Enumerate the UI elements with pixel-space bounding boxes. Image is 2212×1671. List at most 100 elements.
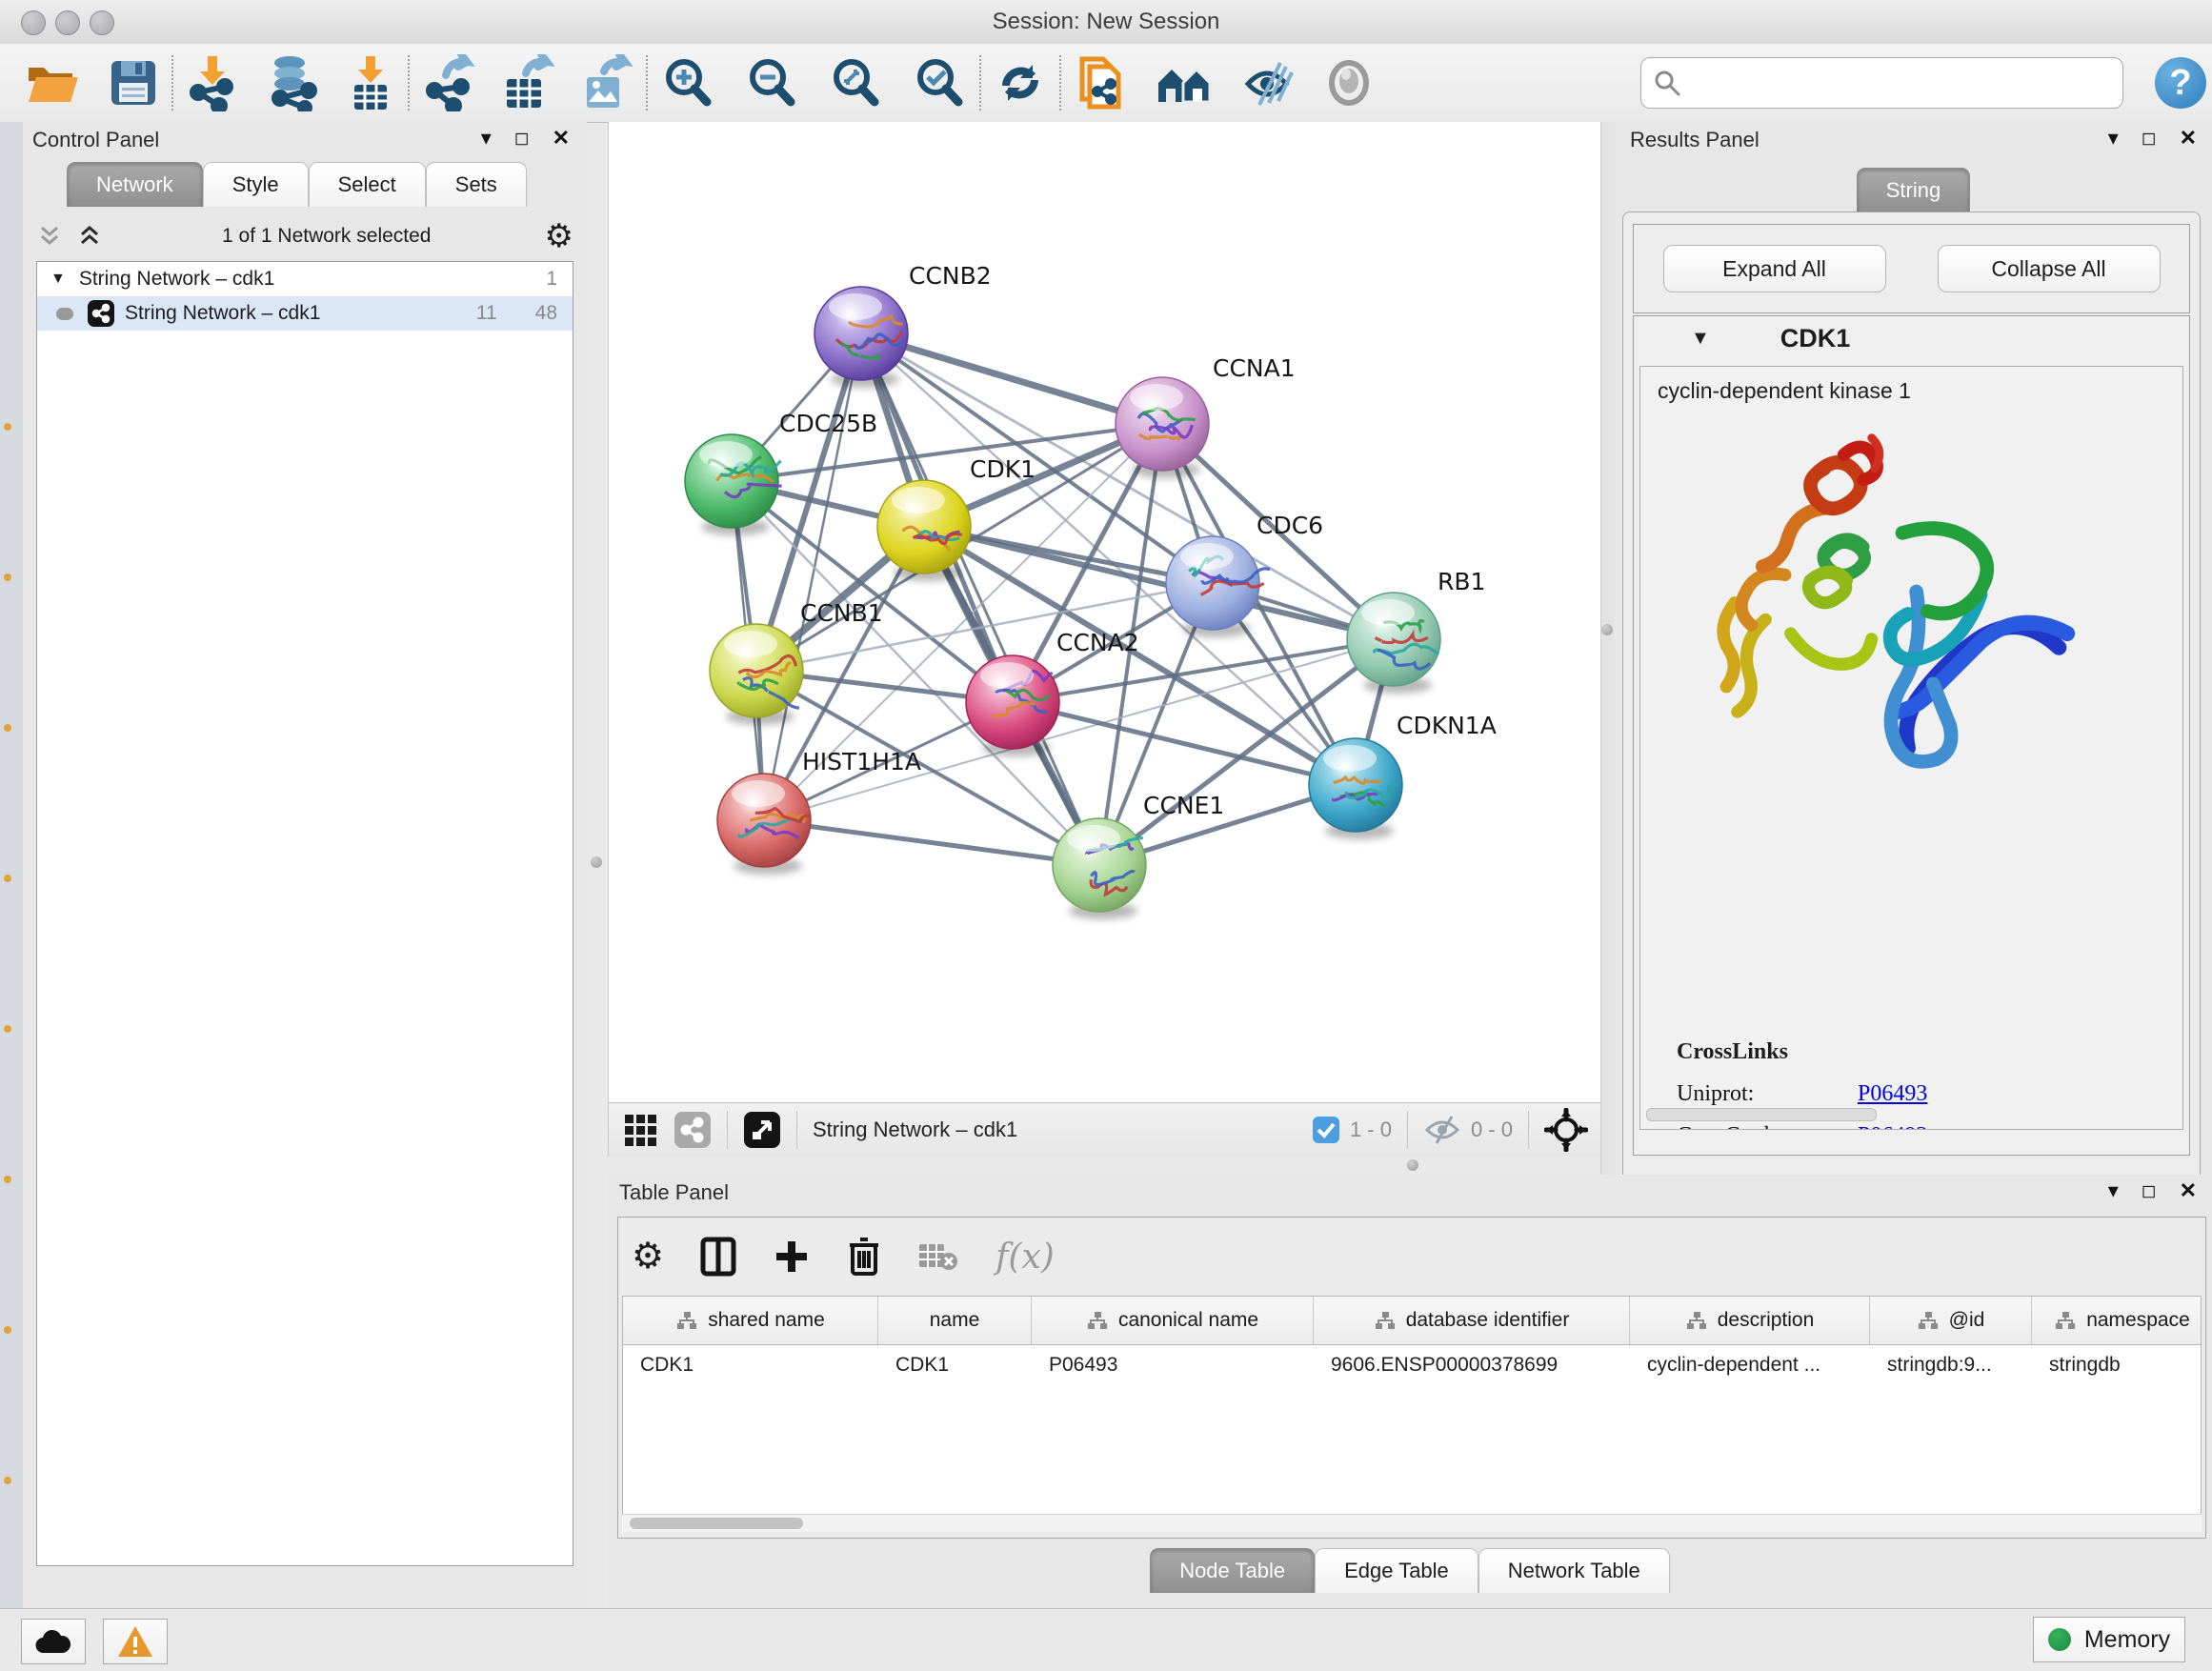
column-header-shared-name[interactable]: shared name — [623, 1297, 878, 1344]
tab-string[interactable]: String — [1857, 168, 1970, 212]
import-network-file-button[interactable] — [187, 53, 238, 112]
cell-namespace[interactable]: stringdb — [2032, 1354, 2202, 1377]
cloud-status-button[interactable] — [21, 1619, 86, 1664]
bottom-divider-handle[interactable] — [1407, 1159, 1418, 1171]
search-field[interactable] — [1681, 63, 2122, 103]
network-options-gear-icon[interactable]: ⚙ — [545, 220, 573, 252]
panel-close-icon[interactable]: ✕ — [2180, 126, 2197, 151]
tab-edge-table[interactable]: Edge Table — [1315, 1548, 1478, 1593]
panel-close-icon[interactable]: ✕ — [2180, 1178, 2197, 1203]
node-RB1[interactable]: RB1 — [1347, 568, 1485, 694]
crosslink-link[interactable]: P06493 — [1858, 1123, 1927, 1130]
tree-collapse-icon[interactable]: ▼ — [50, 271, 66, 288]
cell-database-identifier[interactable]: 9606.ENSP00000378699 — [1314, 1354, 1630, 1377]
right-divider-handle[interactable] — [1601, 624, 1613, 635]
table-settings-gear-icon[interactable]: ⚙ — [632, 1238, 664, 1275]
panel-float-icon[interactable]: ◻ — [514, 128, 530, 150]
tab-select[interactable]: Select — [309, 162, 426, 207]
birdseye-view-icon[interactable] — [743, 1111, 781, 1149]
zoom-selected-button[interactable] — [913, 53, 966, 112]
cell-shared-name[interactable]: CDK1 — [623, 1354, 878, 1377]
refresh-view-button[interactable] — [995, 53, 1046, 112]
node-label-CCNA2: CCNA2 — [1056, 629, 1139, 656]
panel-menu-icon[interactable]: ▾ — [2108, 126, 2119, 151]
export-network-button[interactable] — [423, 53, 476, 112]
left-divider-handle[interactable] — [591, 856, 602, 868]
open-session-button[interactable] — [25, 53, 80, 112]
table-hscrollbar[interactable] — [622, 1514, 2202, 1532]
gene-details: cyclin-dependent kinase 1 — [1639, 366, 2183, 1130]
tab-network[interactable]: Network — [67, 162, 203, 207]
show-all-panels-button[interactable] — [1155, 53, 1216, 112]
panel-close-icon[interactable]: ✕ — [553, 126, 570, 151]
node-CCNB1[interactable]: CCNB1 — [710, 599, 883, 725]
node-HIST1H1A[interactable]: HIST1H1A — [717, 748, 921, 875]
expand-all-icon[interactable] — [76, 224, 109, 249]
grid-mode-icon[interactable] — [622, 1112, 658, 1148]
edge-HIST1H1A-CCNE1[interactable] — [764, 820, 1099, 865]
tab-node-table[interactable]: Node Table — [1150, 1548, 1315, 1593]
network-view-mode-icon[interactable] — [674, 1111, 712, 1149]
panel-float-icon[interactable]: ◻ — [2142, 1180, 2157, 1202]
clone-network-button[interactable] — [1075, 53, 1128, 112]
panel-float-icon[interactable]: ◻ — [2142, 128, 2157, 150]
pan-crosshair-icon[interactable] — [1544, 1108, 1588, 1152]
export-table-button[interactable] — [501, 53, 554, 112]
delete-table-icon[interactable] — [917, 1240, 959, 1273]
table-row[interactable]: CDK1CDK1P064939606.ENSP00000378699cyclin… — [623, 1345, 2201, 1385]
save-session-button[interactable] — [109, 53, 158, 112]
cell-name[interactable]: CDK1 — [878, 1354, 1032, 1377]
memory-button[interactable]: Memory — [2033, 1617, 2185, 1662]
column-header--id[interactable]: @id — [1870, 1297, 2032, 1344]
expand-all-button[interactable]: Expand All — [1663, 245, 1886, 292]
show-columns-icon[interactable] — [700, 1237, 736, 1277]
column-header-canonical-name[interactable]: canonical name — [1032, 1297, 1314, 1344]
results-hscrollbar[interactable] — [1646, 1108, 1877, 1121]
zoom-fit-button[interactable] — [829, 53, 882, 112]
node-CDKN1A[interactable]: CDKN1A — [1309, 712, 1497, 839]
node-CCNE1[interactable]: CCNE1 — [1053, 792, 1224, 919]
delete-column-icon[interactable] — [847, 1236, 881, 1278]
edge-CCNB2-CCNE1[interactable] — [861, 333, 1099, 865]
column-header-namespace[interactable]: namespace — [2032, 1297, 2202, 1344]
warning-status-button[interactable] — [103, 1619, 168, 1664]
panel-menu-icon[interactable]: ▾ — [481, 126, 492, 151]
network-tree-row[interactable]: ▼String Network – cdk11 — [37, 262, 573, 296]
function-builder-icon[interactable]: f(x) — [995, 1238, 1055, 1277]
help-button[interactable]: ? — [2155, 57, 2206, 109]
crosslink-link[interactable]: P06493 — [1858, 1081, 1927, 1107]
node-CCNA1[interactable]: CCNA1 — [1116, 354, 1296, 478]
import-table-button[interactable] — [347, 53, 394, 112]
collapse-arrow-icon[interactable]: ▼ — [1691, 328, 1710, 350]
cell-canonical-name[interactable]: P06493 — [1032, 1354, 1314, 1377]
tab-sets[interactable]: Sets — [426, 162, 527, 207]
node-CCNB2[interactable]: CCNB2 — [814, 262, 992, 388]
search-input[interactable] — [1640, 57, 2123, 109]
import-network-database-button[interactable] — [263, 53, 322, 112]
collapse-all-button[interactable]: Collapse All — [1938, 245, 2161, 292]
column-header-description[interactable]: description — [1630, 1297, 1870, 1344]
add-column-icon[interactable] — [773, 1238, 811, 1276]
node-CDC25B[interactable]: CDC25B — [685, 410, 877, 535]
node-table: shared namenamecanonical namedatabase id… — [622, 1296, 2202, 1515]
export-image-button[interactable] — [579, 53, 633, 112]
node-label-CCNA1: CCNA1 — [1213, 354, 1296, 382]
tab-style[interactable]: Style — [203, 162, 309, 207]
hide-panels-button[interactable] — [1242, 53, 1297, 112]
panel-menu-icon[interactable]: ▾ — [2108, 1178, 2119, 1203]
cell-description[interactable]: cyclin-dependent ... — [1630, 1354, 1870, 1377]
network-tree-row[interactable]: String Network – cdk11148 — [37, 296, 573, 331]
selected-checkbox-icon[interactable] — [1312, 1116, 1340, 1144]
tab-network-table[interactable]: Network Table — [1478, 1548, 1670, 1593]
grayed-eye-button[interactable] — [1324, 53, 1374, 112]
collapse-all-icon[interactable] — [36, 224, 69, 249]
table-hscroll-thumb[interactable] — [630, 1518, 803, 1529]
network-view-canvas[interactable]: CCNB2CCNA1CDC25BCDK1CDC6RB1CCNB1CCNA2CDK… — [608, 122, 1601, 1102]
zoom-in-button[interactable] — [661, 53, 714, 112]
column-header-name[interactable]: name — [878, 1297, 1032, 1344]
network-graph[interactable]: CCNB2CCNA1CDC25BCDK1CDC6RB1CCNB1CCNA2CDK… — [609, 122, 1601, 1102]
zoom-out-button[interactable] — [745, 53, 798, 112]
gene-section-header[interactable]: ▼ CDK1 — [1634, 316, 2189, 360]
cell--id[interactable]: stringdb:9... — [1870, 1354, 2032, 1377]
column-header-database-identifier[interactable]: database identifier — [1314, 1297, 1630, 1344]
